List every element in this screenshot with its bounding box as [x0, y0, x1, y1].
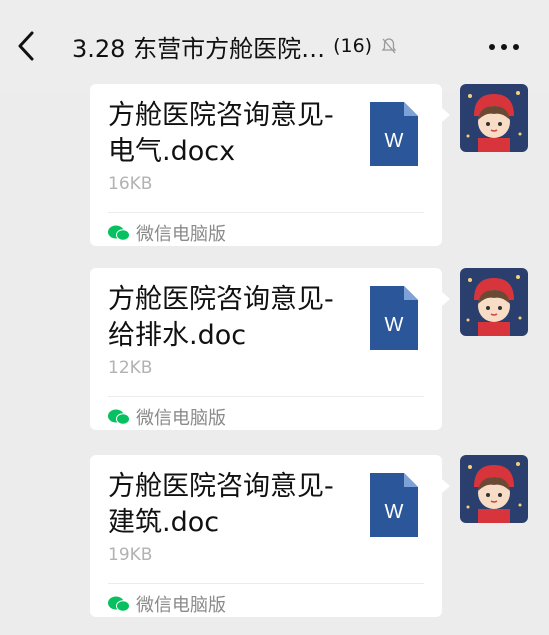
doc-badge: W: [385, 314, 404, 336]
source-label: 微信电脑版: [108, 404, 226, 430]
chevron-left-icon: [18, 31, 34, 61]
file-bubble[interactable]: 方舱医院咨询意见-电气.docx 16KB W 微信电脑版: [90, 84, 450, 246]
more-dots-icon: [489, 44, 519, 50]
avatar[interactable]: [460, 84, 528, 152]
source-text: 微信电脑版: [136, 595, 226, 616]
file-message: 方舱医院咨询意见-建筑.doc 19KB W 微信电脑版: [90, 455, 450, 617]
wechat-icon: [108, 409, 130, 425]
bell-off-icon: [380, 37, 398, 55]
back-button[interactable]: [10, 28, 42, 64]
file-bubble[interactable]: 方舱医院咨询意见-建筑.doc 19KB W 微信电脑版: [90, 455, 450, 617]
source-text: 微信电脑版: [136, 408, 226, 429]
chat-header: 3.28 东营市方舱医院… (16): [0, 0, 549, 92]
member-count: (16): [333, 35, 373, 57]
more-button[interactable]: [486, 30, 522, 64]
avatar[interactable]: [460, 268, 528, 336]
file-name: 方舱医院咨询意见-电气.docx: [108, 100, 334, 167]
doc-badge: W: [385, 130, 404, 152]
word-doc-icon: W: [370, 102, 418, 166]
divider: [108, 212, 424, 213]
word-doc-icon: W: [370, 473, 418, 537]
divider: [108, 396, 424, 397]
file-bubble[interactable]: 方舱医院咨询意见-给排水.doc 12KB W 微信电脑版: [90, 268, 450, 430]
file-name: 方舱医院咨询意见-建筑.doc: [108, 471, 334, 538]
source-label: 微信电脑版: [108, 220, 226, 246]
source-label: 微信电脑版: [108, 591, 226, 617]
divider: [108, 583, 424, 584]
source-text: 微信电脑版: [136, 224, 226, 245]
file-size: 12KB: [108, 358, 153, 378]
chat-title-area[interactable]: 3.28 东营市方舱医院… (16): [72, 28, 452, 64]
wechat-icon: [108, 225, 130, 241]
file-size: 19KB: [108, 545, 153, 565]
doc-badge: W: [385, 501, 404, 523]
word-doc-icon: W: [370, 286, 418, 350]
file-name: 方舱医院咨询意见-给排水.doc: [108, 284, 334, 351]
file-message: 方舱医院咨询意见-电气.docx 16KB W 微信电脑版: [90, 84, 450, 246]
file-message: 方舱医院咨询意见-给排水.doc 12KB W 微信电脑版: [90, 268, 450, 430]
file-size: 16KB: [108, 174, 153, 194]
avatar[interactable]: [460, 455, 528, 523]
wechat-icon: [108, 596, 130, 612]
chat-title: 3.28 东营市方舱医院…: [72, 34, 326, 63]
